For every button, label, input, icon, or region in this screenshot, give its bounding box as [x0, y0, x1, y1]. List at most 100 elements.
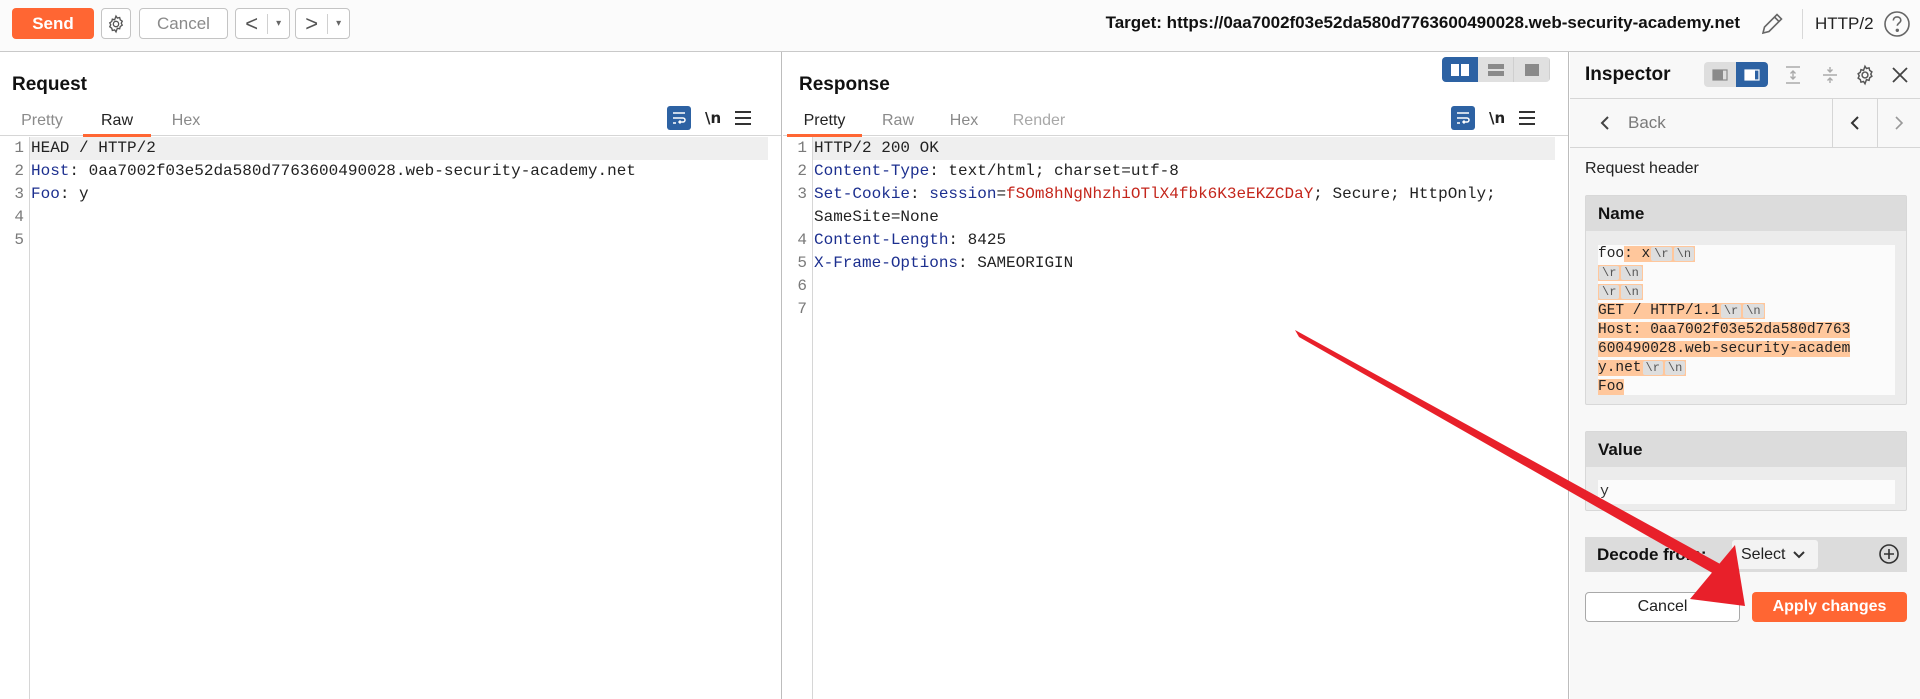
header-name-field[interactable]: foo: x \r \n \r \n \r \n GET / HTTP/1.1 \r \n Host… [1598, 245, 1895, 395]
chevron-left-icon [1850, 116, 1859, 130]
single-pane-icon [1524, 63, 1539, 76]
highlighted-text: : x \r \n [1624, 246, 1696, 262]
columns-icon [1451, 63, 1469, 76]
highlighted-text: GET / HTTP/1.1 \r \n [1598, 303, 1765, 319]
escape-char-badge: \r [1599, 285, 1620, 299]
gear-icon [108, 14, 124, 33]
inspector-dock-left-button[interactable] [1704, 62, 1736, 87]
line-number: 3 [797, 185, 807, 203]
response-panel: Response Pretty Raw Hex Render \n 1 HTTP… [783, 52, 1569, 699]
top-toolbar: Send Cancel < ▾ > ▾ Target: https://0aa7… [0, 0, 1920, 52]
next-item-button[interactable] [1878, 99, 1920, 147]
line-number: 3 [14, 185, 24, 203]
add-icon[interactable] [1878, 543, 1900, 565]
edit-target-icon[interactable] [1758, 10, 1786, 38]
escape-char-badge: \r [1720, 304, 1742, 318]
highlighted-text: \r \n [1598, 284, 1643, 300]
layout-toggle [1442, 57, 1550, 82]
word-wrap-icon[interactable] [667, 106, 691, 130]
decode-label: Decode from: [1597, 545, 1707, 564]
name-field-line: \r \n [1598, 264, 1895, 283]
response-editor[interactable]: 1 HTTP/2 200 OK 2 Content-Type: text/htm… [783, 137, 1568, 699]
header-value: 8425 [958, 231, 1007, 249]
rows-icon [1487, 63, 1504, 76]
divider [1802, 9, 1803, 39]
back-button[interactable]: Back [1600, 99, 1666, 147]
inspector-dock-right-button[interactable] [1736, 62, 1768, 87]
code-line-wrapped: SameSite=None [783, 206, 1568, 229]
tab-request-hex[interactable]: Hex [157, 105, 215, 136]
apply-changes-button[interactable]: Apply changes [1752, 592, 1907, 622]
forward-dropdown-icon[interactable]: ▾ [328, 9, 349, 38]
plain-text: foo [1598, 246, 1625, 262]
header-key: X-Frame-Options [814, 254, 959, 272]
tab-response-render[interactable]: Render [999, 105, 1079, 136]
protocol-label[interactable]: HTTP/2 [1815, 14, 1874, 34]
cancel-request-button[interactable]: Cancel [139, 8, 228, 39]
tab-response-pretty[interactable]: Pretty [787, 105, 862, 137]
line-text: SameSite=None [814, 208, 939, 226]
code-line: 3 Set-Cookie: session=fSOm8hNgNhzhiOTlX4… [783, 183, 1568, 206]
header-key: Content-Length [814, 231, 949, 249]
send-button[interactable]: Send [12, 8, 94, 39]
line-number: 4 [797, 231, 807, 249]
menu-icon[interactable] [1519, 111, 1536, 125]
inspector-settings-icon[interactable] [1852, 62, 1878, 88]
decode-select[interactable]: Select [1732, 540, 1818, 569]
tab-response-raw[interactable]: Raw [869, 105, 927, 136]
line-number: 4 [14, 208, 24, 226]
back-dropdown-icon[interactable]: ▾ [268, 9, 289, 38]
help-icon[interactable] [1882, 9, 1912, 39]
history-forward-button[interactable]: > ▾ [295, 8, 350, 39]
line-number: 1 [14, 139, 24, 157]
code-line: 3 Foo: y [0, 183, 781, 206]
response-editor-tools: \n [1451, 104, 1536, 132]
menu-icon[interactable] [735, 111, 752, 125]
cookie-attributes: ; Secure; HttpOnly; [1313, 185, 1496, 203]
section-label: Request header [1585, 160, 1699, 177]
line-number: 1 [797, 139, 807, 157]
cancel-button[interactable]: Cancel [1585, 592, 1740, 622]
chevron-down-icon [1793, 550, 1806, 558]
history-back-button[interactable]: < ▾ [235, 8, 290, 39]
layout-tabs-button[interactable] [1514, 57, 1550, 82]
back-label: Back [1628, 113, 1666, 132]
layout-stacked-button[interactable] [1478, 57, 1514, 82]
header-key: Content-Type [814, 162, 930, 180]
escape-char-badge: \n [1743, 304, 1764, 318]
header-value-field[interactable]: y [1598, 480, 1895, 504]
code-line: 5 [0, 229, 781, 252]
line-number: 5 [797, 254, 807, 272]
close-icon[interactable] [1887, 62, 1913, 88]
name-field-line: GET / HTTP/1.1 \r \n [1598, 302, 1895, 321]
name-field-line: foo: x \r \n [1598, 245, 1895, 264]
target-url: Target: https://0aa7002f03e52da580d77636… [1105, 13, 1740, 32]
line-text: HEAD / HTTP/2 [31, 139, 156, 157]
code-line: 7 [783, 298, 1568, 321]
line-text: Content-Length: 8425 [814, 231, 1007, 249]
previous-item-button[interactable] [1832, 99, 1878, 147]
forward-icon[interactable]: > [296, 9, 327, 38]
show-newlines-icon[interactable]: \n [705, 109, 721, 127]
show-newlines-icon[interactable]: \n [1489, 109, 1505, 127]
line-text: HTTP/2 200 OK [814, 139, 939, 157]
escape-char-badge: \r [1599, 266, 1620, 280]
value-label: Value [1586, 432, 1906, 467]
name-label: Name [1586, 196, 1906, 231]
tab-request-pretty[interactable]: Pretty [8, 105, 76, 136]
settings-button[interactable] [101, 8, 131, 39]
tab-response-hex[interactable]: Hex [936, 105, 992, 136]
layout-side-by-side-button[interactable] [1442, 57, 1478, 82]
tab-request-raw[interactable]: Raw [83, 105, 151, 137]
word-wrap-icon[interactable] [1451, 106, 1475, 130]
code-line: 4 [0, 206, 781, 229]
back-icon[interactable]: < [236, 9, 267, 38]
request-editor[interactable]: 1 HEAD / HTTP/2 2 Host: 0aa7002f03e52da5… [0, 137, 781, 699]
request-panel: Request Pretty Raw Hex \n 1 HEAD / HTTP/… [0, 52, 782, 699]
line-text: Set-Cookie: session=fSOm8hNgNhzhiOTlX4fb… [814, 185, 1496, 203]
expand-all-icon[interactable] [1780, 62, 1806, 88]
code-line: 4 Content-Length: 8425 [783, 229, 1568, 252]
code-line: 5 X-Frame-Options: SAMEORIGIN [783, 252, 1568, 275]
code-line: 6 [783, 275, 1568, 298]
collapse-all-icon[interactable] [1817, 62, 1843, 88]
